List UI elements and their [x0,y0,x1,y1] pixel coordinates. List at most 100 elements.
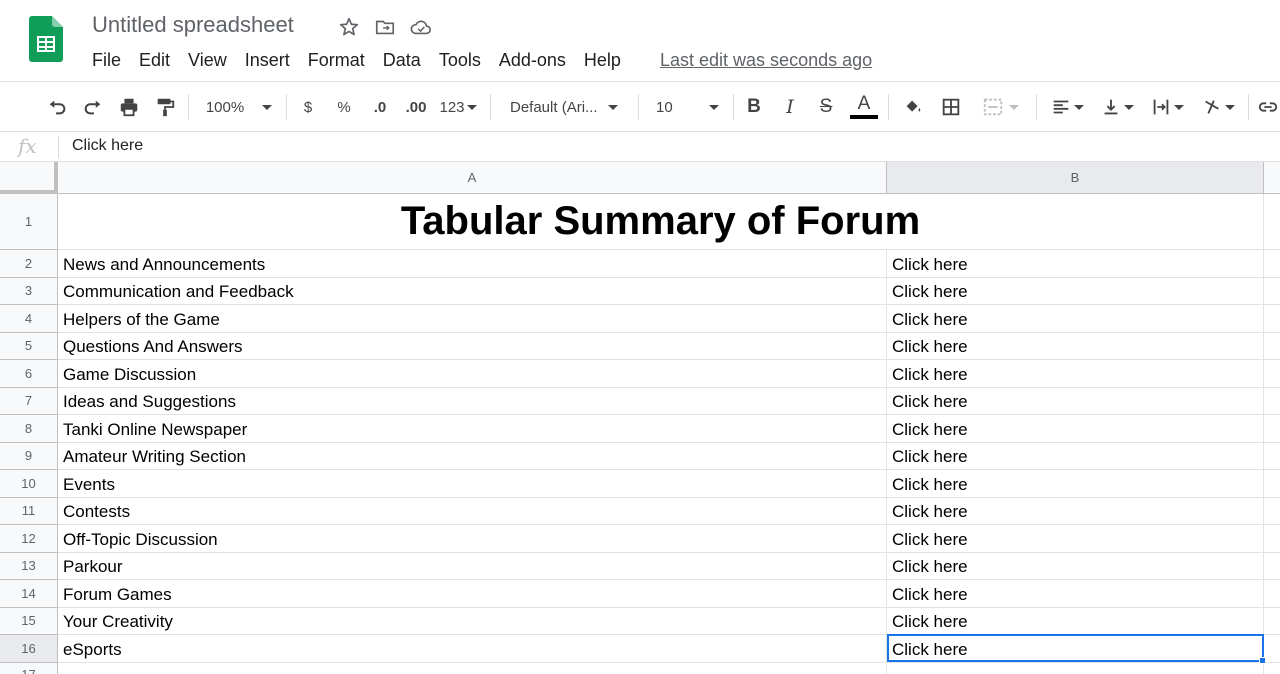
grid-cell[interactable] [1264,278,1280,305]
link-cell[interactable]: Click here [887,305,1264,333]
grid-cell[interactable] [1264,250,1280,278]
grid-cell[interactable] [1264,553,1280,580]
menu-insert[interactable]: Insert [236,48,299,73]
row-header[interactable]: 4 [0,305,58,333]
grid-cell[interactable] [1264,415,1280,443]
insert-link-icon[interactable] [1256,94,1280,120]
forum-section-cell[interactable]: Contests [58,497,887,525]
formula-input[interactable]: Click here [72,137,143,155]
row-header[interactable]: 16 [0,635,58,663]
menu-file[interactable]: File [83,48,130,73]
grid-cell[interactable] [1264,388,1280,415]
forum-section-cell[interactable]: eSports [58,635,887,663]
text-rotation-icon[interactable] [1196,94,1240,120]
grid-cell[interactable] [1264,525,1280,553]
column-header-a[interactable]: A [58,162,887,194]
column-header-c[interactable] [1264,162,1280,194]
grid-cell[interactable] [1264,580,1280,608]
active-cell-selection[interactable] [887,634,1264,662]
grid-cell[interactable] [1264,194,1280,250]
menu-edit[interactable]: Edit [130,48,179,73]
forum-section-cell[interactable]: Tanki Online Newspaper [58,415,887,443]
forum-section-cell[interactable]: Questions And Answers [58,332,887,360]
print-icon[interactable] [116,94,142,120]
row-header[interactable]: 12 [0,525,58,553]
forum-section-cell[interactable]: Forum Games [58,580,887,608]
vertical-align-icon[interactable] [1096,94,1138,120]
row-header[interactable]: 5 [0,332,58,360]
link-cell[interactable]: Click here [887,497,1264,525]
forum-section-cell[interactable]: Off-Topic Discussion [58,525,887,553]
forum-section-cell[interactable]: News and Announcements [58,250,887,278]
last-edit-link[interactable]: Last edit was seconds ago [660,50,872,71]
link-cell[interactable]: Click here [887,415,1264,443]
link-cell[interactable]: Click here [887,580,1264,608]
star-icon[interactable] [336,14,362,40]
font-size-select[interactable]: 10 [646,94,726,120]
row-header[interactable]: 6 [0,360,58,388]
text-color-button[interactable]: A [850,94,878,120]
row-header[interactable]: 13 [0,552,58,580]
grid-cell[interactable] [1264,470,1280,498]
link-cell[interactable]: Click here [887,607,1264,635]
decrease-decimal-button[interactable]: .0 [366,94,394,120]
horizontal-align-icon[interactable] [1046,94,1088,120]
bold-button[interactable]: B [742,94,766,120]
row-header[interactable]: 11 [0,497,58,525]
fill-handle[interactable] [1259,657,1266,664]
link-cell[interactable]: Click here [887,332,1264,360]
link-cell[interactable]: Click here [887,470,1264,498]
zoom-select[interactable]: 100% [200,94,278,120]
sheets-logo-icon[interactable] [29,16,63,62]
merge-cells-icon[interactable] [976,94,1024,120]
strikethrough-button[interactable]: S [814,94,838,120]
forum-section-cell[interactable]: Parkour [58,552,887,580]
grid-cell[interactable] [58,662,887,674]
link-cell[interactable]: Click here [887,552,1264,580]
column-header-b[interactable]: B [887,162,1264,194]
menu-view[interactable]: View [179,48,236,73]
font-family-select[interactable]: Default (Ari... [500,94,630,120]
undo-icon[interactable] [44,94,70,120]
forum-section-cell[interactable]: Ideas and Suggestions [58,387,887,415]
grid-cell[interactable] [1264,498,1280,525]
more-formats-button[interactable]: 123 [436,94,480,120]
row-header[interactable]: 9 [0,442,58,470]
paint-format-icon[interactable] [152,94,178,120]
grid-cell[interactable] [887,662,1264,674]
grid-cell[interactable] [1264,305,1280,333]
forum-section-cell[interactable]: Helpers of the Game [58,305,887,333]
forum-section-cell[interactable]: Communication and Feedback [58,277,887,305]
increase-decimal-button[interactable]: .00 [400,94,432,120]
sheet-title-cell[interactable]: Tabular Summary of Forum [58,194,1264,250]
forum-section-cell[interactable]: Events [58,470,887,498]
select-all-corner[interactable] [0,162,58,194]
link-cell[interactable]: Click here [887,387,1264,415]
grid-cell[interactable] [1264,635,1280,663]
row-header[interactable]: 1 [0,194,58,250]
link-cell[interactable]: Click here [887,442,1264,470]
menu-tools[interactable]: Tools [430,48,490,73]
link-cell[interactable]: Click here [887,277,1264,305]
move-folder-icon[interactable] [372,14,398,40]
menu-format[interactable]: Format [299,48,374,73]
forum-section-cell[interactable]: Game Discussion [58,360,887,388]
link-cell[interactable]: Click here [887,525,1264,553]
percent-format-button[interactable]: % [332,94,356,120]
currency-format-button[interactable]: $ [296,94,320,120]
row-header[interactable]: 17 [0,662,58,674]
row-header[interactable]: 7 [0,387,58,415]
document-title[interactable]: Untitled spreadsheet [92,12,294,38]
grid-cell[interactable] [1264,360,1280,388]
forum-section-cell[interactable]: Your Creativity [58,607,887,635]
grid-cell[interactable] [1264,443,1280,470]
row-header[interactable]: 3 [0,277,58,305]
menu-help[interactable]: Help [575,48,630,73]
cloud-saved-icon[interactable] [408,14,434,40]
row-header[interactable]: 8 [0,415,58,443]
grid-cell[interactable] [1264,608,1280,635]
row-header[interactable]: 10 [0,470,58,498]
menu-data[interactable]: Data [374,48,430,73]
fill-color-icon[interactable] [900,94,926,120]
link-cell[interactable]: Click here [887,360,1264,388]
